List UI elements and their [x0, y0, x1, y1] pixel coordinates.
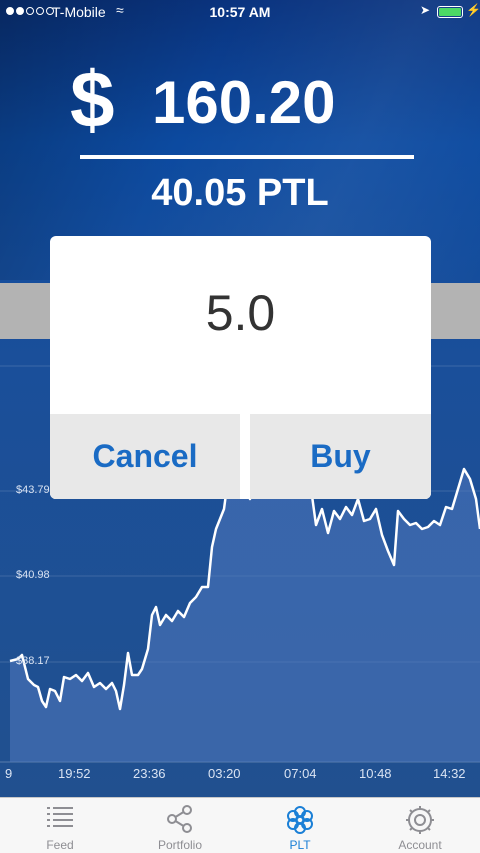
status-bar: T-Mobile ≈ 10:57 AM ➤ ⚡ — [0, 0, 480, 24]
x-axis-label: 07:04 — [284, 766, 317, 781]
list-icon — [45, 804, 75, 835]
x-axis-label: 9 — [5, 766, 13, 781]
charging-icon: ⚡ — [466, 3, 480, 17]
y-axis-label: $43.79 — [16, 484, 50, 496]
y-axis-label: $38.17 — [16, 655, 50, 667]
tab-bar: Feed Portfolio PLT Account — [0, 797, 480, 853]
tab-portfolio[interactable]: Portfolio — [120, 798, 240, 853]
currency-symbol: $ — [70, 55, 115, 144]
tab-plt[interactable]: PLT — [240, 798, 360, 853]
status-time: 10:57 AM — [209, 4, 271, 20]
share-icon — [165, 804, 195, 839]
x-axis-label: 19:52 — [58, 766, 91, 781]
tab-label: Feed — [46, 838, 74, 852]
fiat-balance: $ 160.20 — [0, 52, 480, 148]
dialog-actions: Cancel Buy — [50, 414, 431, 499]
quantity-value[interactable]: 5.0 — [50, 284, 431, 342]
token-balance: 40.05 PTL — [151, 172, 329, 214]
tab-label: Portfolio — [157, 838, 203, 852]
x-axis-label: 14:32 — [433, 766, 466, 781]
x-axis-label: 10:48 — [359, 766, 392, 781]
tab-account[interactable]: Account — [360, 798, 480, 853]
battery-icon — [437, 6, 463, 18]
buy-dialog: 5.0 Cancel Buy — [50, 236, 431, 499]
tab-feed[interactable]: Feed — [0, 798, 120, 853]
location-icon: ➤ — [420, 3, 431, 17]
tab-label: PLT — [289, 838, 311, 852]
x-axis-label: 23:36 — [133, 766, 166, 781]
amount-divider — [80, 155, 414, 159]
gear-icon — [404, 804, 436, 841]
tab-label: Account — [398, 838, 442, 852]
flower-icon — [284, 804, 316, 841]
fiat-amount: 160.20 — [152, 69, 336, 136]
y-axis-label: $40.98 — [16, 569, 50, 581]
buy-button[interactable]: Buy — [250, 414, 431, 499]
cancel-button[interactable]: Cancel — [50, 414, 240, 499]
x-axis-label: 03:20 — [208, 766, 241, 781]
